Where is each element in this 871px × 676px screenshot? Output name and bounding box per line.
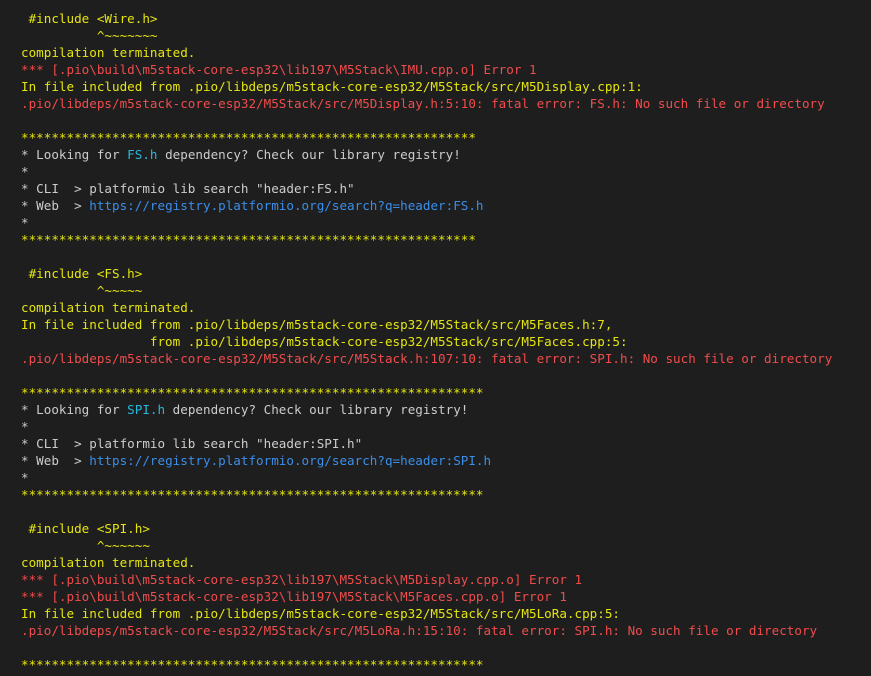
terminal-text: * Web > <box>21 453 90 468</box>
terminal-line: * <box>21 418 871 435</box>
terminal-line: In file included from .pio/libdeps/m5sta… <box>21 316 871 333</box>
terminal-line: *** [.pio\build\m5stack-core-esp32\lib19… <box>21 588 871 605</box>
terminal-text: SPI.h <box>127 402 166 417</box>
terminal-line: compilation terminated. <box>21 554 871 571</box>
terminal-line: ^~~~~~~~ <box>21 27 871 44</box>
terminal-text: * Looking for <box>21 402 128 417</box>
terminal-line: * <box>21 214 871 231</box>
terminal-line: *** [.pio\build\m5stack-core-esp32\lib19… <box>21 571 871 588</box>
terminal-text: .pio/libdeps/m5stack-core-esp32/M5Stack/… <box>21 623 818 638</box>
terminal-line: ^~~~~~~ <box>21 537 871 554</box>
terminal-line: * Looking for SPI.h dependency? Check ou… <box>21 401 871 418</box>
terminal-line: compilation terminated. <box>21 299 871 316</box>
terminal-line: ****************************************… <box>21 129 871 146</box>
terminal-line: * Web > https://registry.platformio.org/… <box>21 452 871 469</box>
terminal-text: * <box>21 470 29 485</box>
terminal-text: ^~~~~~~ <box>21 538 150 553</box>
terminal-line: * Web > https://registry.platformio.org/… <box>21 197 871 214</box>
terminal-line: ****************************************… <box>21 231 871 248</box>
terminal-text: *** [.pio\build\m5stack-core-esp32\lib19… <box>21 62 537 77</box>
terminal-text: compilation terminated. <box>21 45 196 60</box>
terminal-line: .pio/libdeps/m5stack-core-esp32/M5Stack/… <box>21 350 871 367</box>
terminal-text: * <box>21 215 29 230</box>
terminal-text: .pio/libdeps/m5stack-core-esp32/M5Stack/… <box>21 96 825 111</box>
terminal-line: * CLI > platformio lib search "header:SP… <box>21 435 871 452</box>
terminal-line: * CLI > platformio lib search "header:FS… <box>21 180 871 197</box>
terminal-text: * CLI > platformio lib search "header:SP… <box>21 436 363 451</box>
terminal-text: * <box>21 164 29 179</box>
terminal-line: ****************************************… <box>21 486 871 503</box>
terminal-text: compilation terminated. <box>21 300 196 315</box>
terminal-text: #include <Wire.h> <box>21 11 158 26</box>
terminal-text: ****************************************… <box>21 232 476 247</box>
terminal-text: #include <SPI.h> <box>21 521 150 536</box>
terminal-text: In file included from .pio/libdeps/m5sta… <box>21 79 643 94</box>
terminal-line: from .pio/libdeps/m5stack-core-esp32/M5S… <box>21 333 871 350</box>
terminal-text: ****************************************… <box>21 657 484 672</box>
terminal-line: #include <SPI.h> <box>21 520 871 537</box>
terminal-text: In file included from .pio/libdeps/m5sta… <box>21 317 613 332</box>
terminal-line: ****************************************… <box>21 384 871 401</box>
terminal-text: ****************************************… <box>21 487 484 502</box>
terminal-text: #include <FS.h> <box>21 266 143 281</box>
terminal-text: *** [.pio\build\m5stack-core-esp32\lib19… <box>21 589 567 604</box>
terminal-text: dependency? Check our library registry! <box>157 147 461 162</box>
terminal-line: In file included from .pio/libdeps/m5sta… <box>21 605 871 622</box>
terminal-text: .pio/libdeps/m5stack-core-esp32/M5Stack/… <box>21 351 833 366</box>
terminal-text: ^~~~~~~~ <box>21 28 158 43</box>
terminal-line: compilation terminated. <box>21 44 871 61</box>
terminal-line: ^~~~~~ <box>21 282 871 299</box>
terminal-line: .pio/libdeps/m5stack-core-esp32/M5Stack/… <box>21 622 871 639</box>
terminal-line: #include <FS.h> <box>21 265 871 282</box>
terminal-text: dependency? Check our library registry! <box>165 402 469 417</box>
terminal-text: from .pio/libdeps/m5stack-core-esp32/M5S… <box>21 334 628 349</box>
terminal-text: * Web > <box>21 198 90 213</box>
terminal-text: * CLI > platformio lib search "header:FS… <box>21 181 355 196</box>
terminal-line: In file included from .pio/libdeps/m5sta… <box>21 78 871 95</box>
terminal-text: *** [.pio\build\m5stack-core-esp32\lib19… <box>21 572 583 587</box>
terminal-line: ****************************************… <box>21 656 871 673</box>
terminal-line: * <box>21 469 871 486</box>
terminal-text: * Looking for <box>21 147 128 162</box>
terminal-line: * Looking for FS.h dependency? Check our… <box>21 146 871 163</box>
terminal-text: * <box>21 419 29 434</box>
terminal-text: In file included from .pio/libdeps/m5sta… <box>21 606 620 621</box>
terminal-text: ****************************************… <box>21 130 476 145</box>
terminal-line: #include <Wire.h> <box>21 10 871 27</box>
terminal-output[interactable]: #include <Wire.h> ^~~~~~~~ compilation te… <box>0 0 871 676</box>
terminal-line: .pio/libdeps/m5stack-core-esp32/M5Stack/… <box>21 95 871 112</box>
terminal-line: * <box>21 163 871 180</box>
registry-link[interactable]: https://registry.platformio.org/search?q… <box>89 453 491 468</box>
terminal-text: ^~~~~~ <box>21 283 143 298</box>
terminal-text: ****************************************… <box>21 385 484 400</box>
terminal-line: *** [.pio\build\m5stack-core-esp32\lib19… <box>21 61 871 78</box>
terminal-text: compilation terminated. <box>21 555 196 570</box>
terminal-text: FS.h <box>127 147 158 162</box>
registry-link[interactable]: https://registry.platformio.org/search?q… <box>89 198 483 213</box>
